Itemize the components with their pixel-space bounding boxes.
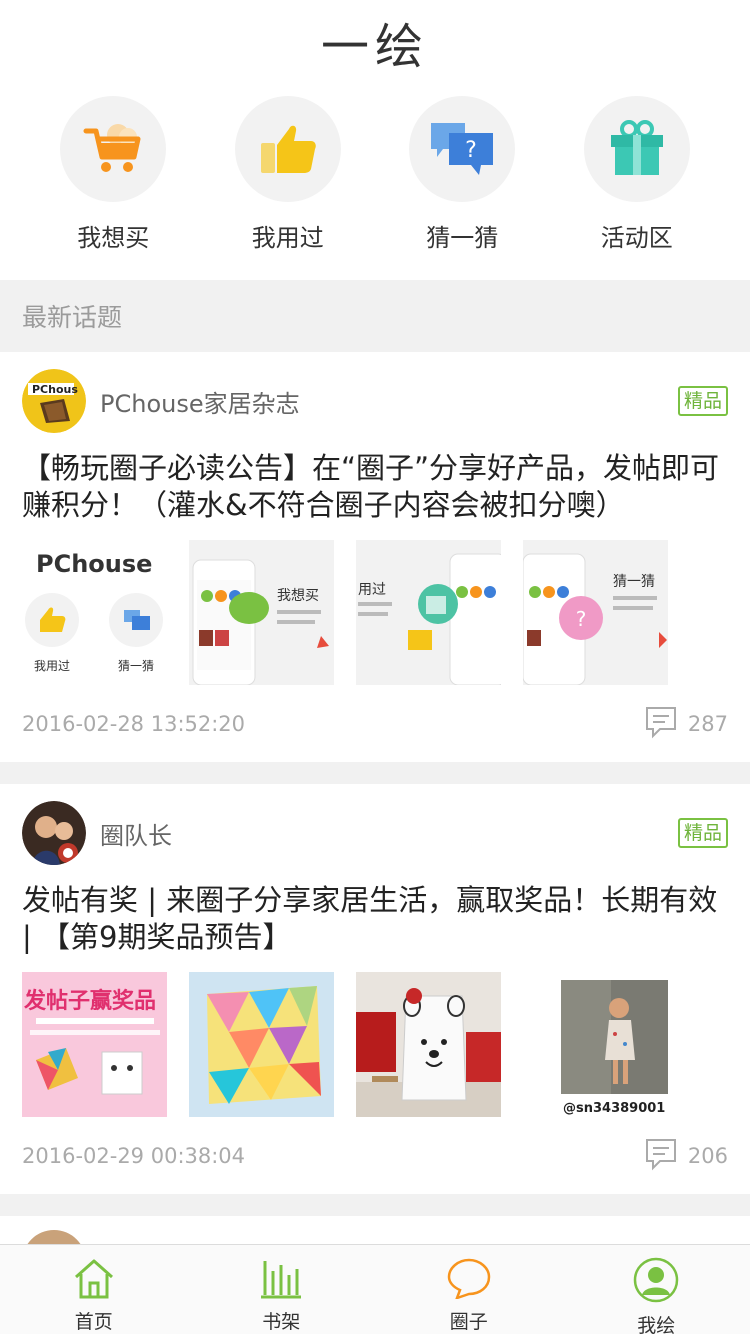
post-footer: 2016-02-29 00:38:04 206 — [22, 1136, 728, 1176]
thumb-user-tag: @sn34389001 — [563, 1101, 665, 1116]
post-timestamp: 2016-02-29 00:38:04 — [22, 1144, 246, 1168]
tab-bookshelf[interactable]: 书架 — [188, 1245, 376, 1334]
svg-text:?: ? — [465, 138, 477, 163]
post-title[interactable]: 【畅玩圈子必读公告】在“圈子”分享好产品，发帖即可赚积分！（灌水&不符合圈子内容… — [22, 450, 728, 524]
post-thumbnail[interactable] — [189, 972, 334, 1117]
post-header: PChous PChouse家居杂志 精品 — [22, 368, 728, 434]
comment-count: 287 — [687, 712, 728, 736]
comment-icon — [644, 705, 678, 743]
tab-label: 首页 — [74, 1311, 113, 1333]
shortcut-label: 猜一猜 — [426, 224, 499, 252]
home-icon — [72, 1257, 116, 1303]
bookshelf-icon — [259, 1257, 303, 1303]
featured-badge: 精品 — [677, 386, 728, 416]
gift-icon — [583, 96, 690, 202]
post-thumbnail[interactable]: 发帖子赢奖品 — [22, 972, 167, 1117]
thumb-brand-text: PChouse — [36, 550, 152, 578]
shortcut-row: 我想买 我用过 ? 猜一猜 活动区 — [0, 84, 750, 280]
post-separator — [0, 762, 750, 784]
user-profile-icon — [633, 1257, 679, 1307]
shortcut-activity[interactable]: 活动区 — [562, 96, 712, 280]
avatar[interactable] — [22, 1230, 86, 1244]
post-thumbnail[interactable]: 用过 — [356, 540, 501, 685]
thumb-label-guess: 猜一猜 — [118, 659, 154, 673]
shortcut-guess[interactable]: ? 猜一猜 — [387, 96, 537, 280]
comment-count: 206 — [687, 1144, 728, 1168]
tab-circle[interactable]: 圈子 — [375, 1245, 563, 1334]
avatar[interactable] — [22, 801, 86, 865]
post-thumbnail[interactable]: PChouse 我用过 猜一猜 — [22, 540, 167, 685]
thumbs-up-icon — [234, 96, 341, 202]
post-footer: 2016-02-28 13:52:20 287 — [22, 704, 728, 744]
comment-icon — [644, 1137, 678, 1175]
post-thumbnail[interactable] — [356, 972, 501, 1117]
post-card-partial[interactable] — [22, 1230, 86, 1244]
shortcut-used[interactable]: 我用过 — [213, 96, 363, 280]
tab-profile[interactable]: 我绘 — [563, 1245, 750, 1334]
shortcut-want-to-buy[interactable]: 我想买 — [38, 96, 188, 280]
app-header: 一绘 — [0, 0, 750, 84]
avatar[interactable]: PChous — [22, 369, 86, 433]
post-header: 圈队长 精品 — [22, 800, 728, 866]
app-title: 一绘 — [320, 19, 429, 75]
svg-text:PChous: PChous — [32, 383, 78, 396]
tab-label: 我绘 — [637, 1315, 676, 1334]
post-card[interactable]: PChous PChouse家居杂志 精品 【畅玩圈子必读公告】在“圈子”分享好… — [0, 352, 750, 762]
svg-text:?: ? — [576, 607, 587, 631]
section-title: 最新话题 — [22, 303, 123, 332]
section-header: 最新话题 — [0, 280, 750, 352]
post-thumbnails: 发帖子赢奖品 @sn34389001 — [22, 972, 668, 1117]
chat-bubble-icon — [447, 1257, 491, 1303]
author-name[interactable]: 圈队长 — [100, 816, 678, 851]
post-thumbnail[interactable]: 我想买 — [189, 540, 334, 685]
bottom-tab-bar: 首页 书架 圈子 我绘 — [0, 1244, 750, 1334]
comments-button[interactable]: 287 — [644, 705, 728, 743]
question-chat-icon: ? — [409, 96, 516, 202]
post-thumbnail[interactable]: @sn34389001 — [523, 972, 668, 1117]
shopping-cart-icon — [60, 96, 167, 202]
thumb-label-used: 我用过 — [34, 659, 70, 673]
shortcut-label: 我用过 — [251, 224, 324, 252]
post-thumbnails: PChouse 我用过 猜一猜 我想买 用过 猜一猜 ? — [22, 540, 668, 685]
tab-label: 圈子 — [449, 1311, 488, 1333]
post-timestamp: 2016-02-28 13:52:20 — [22, 712, 246, 736]
author-name[interactable]: PChouse家居杂志 — [100, 384, 678, 419]
shortcut-label: 活动区 — [600, 224, 673, 252]
shortcut-label: 我想买 — [77, 224, 150, 252]
post-thumbnail[interactable]: 猜一猜 ? — [523, 540, 668, 685]
post-separator — [0, 1194, 750, 1216]
thumb-label-want: 我想买 — [277, 588, 319, 604]
tab-home[interactable]: 首页 — [0, 1245, 188, 1334]
thumb-label-used-short: 用过 — [358, 582, 386, 598]
tab-label: 书架 — [262, 1311, 301, 1333]
thumb-label-guess2: 猜一猜 — [613, 574, 655, 590]
thumb-banner-text: 发帖子赢奖品 — [23, 988, 156, 1014]
comments-button[interactable]: 206 — [644, 1137, 728, 1175]
post-card[interactable]: 圈队长 精品 发帖有奖 | 来圈子分享家居生活，赢取奖品！长期有效 | 【第9期… — [0, 784, 750, 1194]
featured-badge: 精品 — [677, 818, 728, 848]
post-title[interactable]: 发帖有奖 | 来圈子分享家居生活，赢取奖品！长期有效 | 【第9期奖品预告】 — [22, 882, 728, 956]
